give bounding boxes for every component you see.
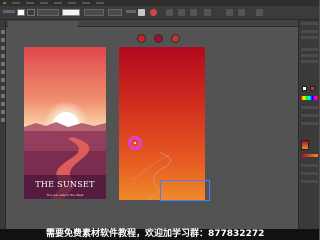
transform-icon[interactable]	[190, 9, 197, 16]
menu-item[interactable]	[54, 2, 63, 4]
gradient-swatch[interactable]	[301, 140, 309, 150]
document-tab-bar	[6, 20, 298, 27]
gradient-tool-icon[interactable]	[1, 94, 5, 98]
color-spectrum-bar[interactable]	[301, 96, 318, 100]
control-bar	[0, 6, 319, 20]
panel-row[interactable]	[301, 48, 318, 51]
panel-row[interactable]	[301, 30, 318, 33]
brush-tool-icon[interactable]	[1, 70, 5, 74]
sunset-illustration	[24, 47, 106, 199]
right-panel-dock	[298, 20, 319, 240]
stroke-color-chip[interactable]	[310, 86, 315, 91]
grid-icon[interactable]	[226, 9, 233, 16]
panel-row[interactable]	[301, 172, 318, 175]
hand-tool-icon[interactable]	[1, 110, 5, 114]
panel-row[interactable]	[301, 164, 318, 167]
align-icon[interactable]	[166, 9, 173, 16]
menu-item[interactable]	[12, 2, 21, 4]
recolor-icon[interactable]	[150, 9, 157, 16]
arrange-icon[interactable]	[238, 9, 245, 16]
panel-row[interactable]	[301, 122, 318, 125]
selection-label	[3, 10, 15, 13]
opacity-icon[interactable]	[138, 9, 145, 16]
selection-tool-icon[interactable]	[1, 30, 5, 34]
cursor-highlight-icon	[128, 136, 142, 150]
eyedropper-tool-icon[interactable]	[1, 102, 5, 106]
pen-tool-icon[interactable]	[1, 46, 5, 50]
road-path-outline	[132, 151, 172, 200]
poster-title: THE SUNSET	[35, 180, 95, 189]
panel-row[interactable]	[301, 36, 318, 39]
type-tool-icon[interactable]	[1, 54, 5, 58]
sunset-poster-artboard[interactable]: THE SUNSET The sun sets in the West	[24, 47, 106, 199]
distribute-icon[interactable]	[178, 9, 185, 16]
gradient-artboard[interactable]	[119, 47, 205, 200]
fill-swatch[interactable]	[17, 9, 25, 16]
stroke-weight-dropdown[interactable]	[37, 9, 59, 16]
fill-color-chip[interactable]	[302, 86, 307, 91]
menu-item[interactable]	[26, 2, 35, 4]
gradient-stop-2[interactable]	[154, 34, 163, 43]
shape-tool-icon[interactable]	[1, 62, 5, 66]
style-dropdown[interactable]	[108, 9, 122, 16]
gradient-slider[interactable]	[301, 154, 318, 157]
menu-item[interactable]	[40, 2, 49, 4]
tools-panel	[0, 20, 6, 240]
gradient-stop-1[interactable]	[137, 34, 146, 43]
panel-row[interactable]	[301, 106, 318, 109]
menu-item[interactable]	[68, 2, 77, 4]
panel-row[interactable]	[301, 54, 318, 57]
variable-width-profile[interactable]	[62, 9, 80, 16]
menu-item[interactable]	[96, 2, 105, 4]
gradient-stop-3[interactable]	[171, 34, 180, 43]
opacity-label	[126, 10, 136, 13]
brush-definition-dropdown[interactable]	[84, 9, 104, 16]
align-right-icon[interactable]	[204, 9, 211, 16]
watermark-text: 需要免费素材软件教程，欢迎加学习群：877832272	[46, 229, 265, 239]
panel-row[interactable]	[301, 60, 318, 63]
panel-row[interactable]	[301, 114, 318, 117]
panel-row[interactable]	[301, 180, 318, 183]
rotate-tool-icon[interactable]	[1, 78, 5, 82]
panel-menu-icon[interactable]	[256, 9, 263, 16]
stroke-swatch[interactable]	[27, 9, 35, 16]
scale-tool-icon[interactable]	[1, 86, 5, 90]
menu-item[interactable]	[82, 2, 91, 4]
panel-header[interactable]	[301, 22, 318, 25]
direct-selection-tool-icon[interactable]	[1, 38, 5, 42]
selection-bounding-box[interactable]	[160, 180, 210, 201]
document-tab[interactable]	[8, 21, 78, 27]
zoom-tool-icon[interactable]	[1, 118, 5, 122]
poster-subtitle: The sun sets in the West	[46, 193, 84, 197]
